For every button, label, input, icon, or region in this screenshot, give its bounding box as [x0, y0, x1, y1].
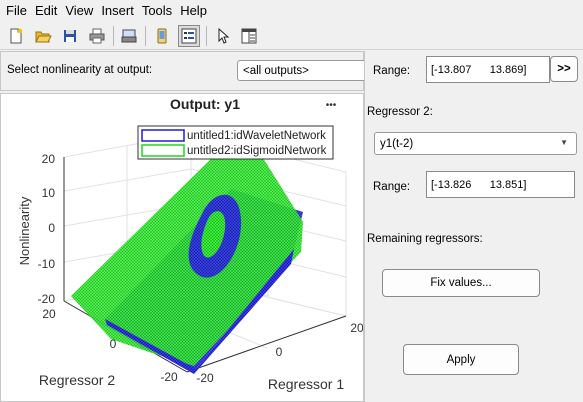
output-selector-row: Select nonlinearity at output: <all outp…	[0, 51, 377, 91]
new-file-icon	[10, 28, 23, 44]
z-tick: 20	[42, 152, 56, 166]
plot-browser-icon	[181, 28, 197, 44]
phone-icon	[157, 28, 167, 44]
open-button[interactable]	[32, 25, 54, 47]
regressor2-label: Regressor 2:	[367, 106, 433, 118]
nonlinearity-plot[interactable]: Output: y1 ••• untitled1:idWaveletNetwor…	[1, 94, 364, 401]
print-button[interactable]	[86, 25, 108, 47]
menu-help[interactable]: Help	[180, 0, 207, 22]
legend[interactable]: untitled1:idWaveletNetwork untitled2:idS…	[137, 125, 334, 160]
range2-input[interactable]: [-13.826 13.851]	[426, 171, 575, 198]
menu-view[interactable]: View	[65, 0, 93, 22]
z-tick: -20	[38, 292, 56, 306]
edit-plot-button[interactable]	[212, 25, 234, 47]
x-tick: 20	[350, 321, 363, 335]
plot-browser-button[interactable]	[178, 25, 200, 47]
legend-entry-wavelet: untitled1:idWaveletNetwork	[187, 130, 326, 142]
z-axis-ticks: 20 10 0 -10 -20	[38, 152, 56, 306]
z-axis-label: Nonlinearity	[17, 196, 32, 265]
save-icon	[64, 30, 76, 42]
plot-area: Select nonlinearity at output: <all outp…	[0, 51, 377, 402]
regressor2-dropdown[interactable]: y1(t-2) ▼	[374, 132, 577, 155]
remaining-regressors-label: Remaining regressors:	[367, 233, 483, 245]
y-axis-label: Regressor 2	[39, 372, 115, 388]
plot-title: Output: y1	[170, 96, 240, 112]
axes-panel: Output: y1 ••• untitled1:idWaveletNetwor…	[0, 93, 364, 402]
z-tick: -10	[38, 257, 56, 271]
y-tick: -20	[160, 370, 178, 384]
regressor2-dropdown-value: y1(t-2)	[380, 137, 414, 150]
y-tick: 0	[110, 337, 117, 351]
output-dropdown-value: <all outputs>	[243, 64, 309, 77]
link-axes-button[interactable]	[151, 25, 173, 47]
toolbar-separator	[206, 26, 207, 46]
range2-label: Range:	[373, 181, 411, 193]
menu-insert[interactable]: Insert	[101, 0, 134, 22]
z-tick: 10	[42, 186, 56, 200]
axes-toolbar-icon[interactable]: •••	[326, 100, 337, 111]
fix-values-button[interactable]: Fix values...	[382, 269, 540, 297]
pointer-icon	[218, 27, 230, 44]
chevron-down-icon: ▼	[560, 138, 568, 147]
apply-button[interactable]: Apply	[403, 344, 519, 375]
legend-swatch-wavelet	[141, 129, 185, 142]
property-editor-button[interactable]	[238, 25, 260, 47]
x-tick: -20	[196, 371, 214, 385]
legend-entry-sigmoid: untitled2:idSigmoidNetwork	[187, 145, 327, 157]
output-selector-label: Select nonlinearity at output:	[7, 64, 153, 76]
menu-edit[interactable]: Edit	[35, 0, 57, 22]
output-dropdown[interactable]: <all outputs>	[237, 60, 377, 81]
print-preview-icon	[121, 29, 137, 43]
property-editor-icon	[241, 28, 257, 44]
print-preview-button[interactable]	[118, 25, 140, 47]
range1-expand-button[interactable]: >>	[550, 56, 578, 82]
toolbar	[0, 22, 583, 50]
menu-bar: File Edit View Insert Tools Help	[0, 0, 583, 22]
range1-label: Range:	[373, 65, 411, 77]
regressor-controls: Range: [-13.807 13.869] >> Regressor 2: …	[364, 51, 583, 402]
toolbar-separator	[113, 26, 114, 46]
save-button[interactable]	[59, 25, 81, 47]
new-file-button[interactable]	[5, 25, 27, 47]
range1-input[interactable]: [-13.807 13.869]	[426, 56, 550, 83]
x-tick: 0	[276, 345, 283, 359]
menu-tools[interactable]: Tools	[142, 0, 172, 22]
legend-swatch-sigmoid	[141, 144, 185, 157]
open-folder-icon	[35, 31, 52, 43]
print-icon	[89, 28, 105, 44]
toolbar-separator	[145, 26, 146, 46]
y-tick: 20	[42, 307, 56, 321]
menu-file[interactable]: File	[6, 0, 27, 22]
x-axis-label: Regressor 1	[268, 376, 344, 392]
z-tick: 0	[48, 221, 55, 235]
